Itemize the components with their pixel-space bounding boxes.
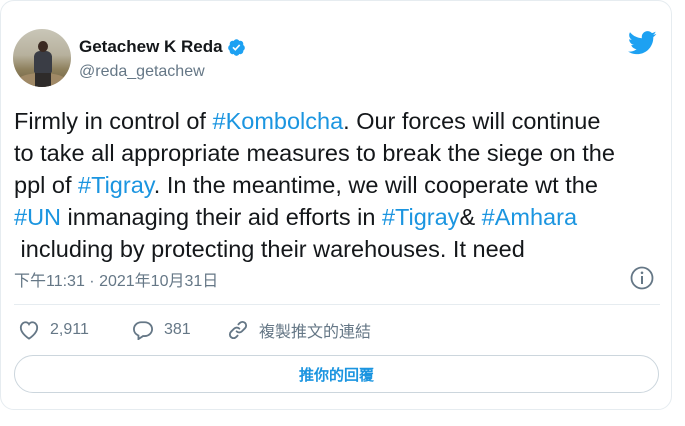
tweet-text-segment: inmanaging their aid efforts in bbox=[61, 204, 382, 230]
tweet-text: Firmly in control of #Kombolcha. Our for… bbox=[14, 105, 662, 265]
tweet-card: Getachew K Reda @reda_getachew Firmly in… bbox=[0, 0, 672, 410]
tweet-text-segment: including by protecting their warehouses… bbox=[20, 236, 525, 262]
like-count: 2,911 bbox=[50, 321, 89, 338]
tweet-timestamp[interactable]: 下午11:31 · 2021年10月31日 bbox=[14, 267, 218, 291]
copy-link-label: 複製推文的連結 bbox=[259, 324, 372, 341]
author-name-row[interactable]: Getachew K Reda bbox=[79, 35, 246, 59]
copy-link-button[interactable]: 複製推文的連結 bbox=[227, 316, 371, 344]
link-icon bbox=[228, 320, 248, 340]
tweet-text-segment: Firmly in control of bbox=[14, 108, 213, 134]
reply-count: 381 bbox=[164, 321, 191, 338]
divider bbox=[14, 304, 660, 305]
hashtag-link[interactable]: #UN bbox=[14, 204, 61, 230]
verified-badge-icon bbox=[227, 38, 245, 56]
info-icon[interactable] bbox=[629, 265, 655, 291]
reply-prompt-button[interactable]: 推你的回覆 bbox=[14, 355, 659, 393]
reply-bubble-icon bbox=[132, 321, 154, 340]
reply-button[interactable]: 381 bbox=[132, 316, 191, 344]
hashtag-link[interactable]: #Amhara bbox=[482, 204, 577, 230]
author-handle[interactable]: @reda_getachew bbox=[79, 63, 205, 81]
like-button[interactable]: 2,911 bbox=[18, 316, 89, 344]
tweet-text-segment: . In the meantime, we will cooperate wt … bbox=[153, 172, 598, 198]
twitter-bird-icon[interactable] bbox=[628, 31, 657, 55]
hashtag-link[interactable]: #Tigray bbox=[382, 204, 460, 230]
hashtag-link[interactable]: #Kombolcha bbox=[213, 108, 344, 134]
tweet-text-segment: & bbox=[459, 204, 482, 230]
avatar[interactable] bbox=[13, 29, 71, 87]
author-name[interactable]: Getachew K Reda bbox=[79, 37, 223, 57]
heart-icon bbox=[19, 321, 39, 340]
hashtag-link[interactable]: #Tigray bbox=[78, 172, 154, 198]
